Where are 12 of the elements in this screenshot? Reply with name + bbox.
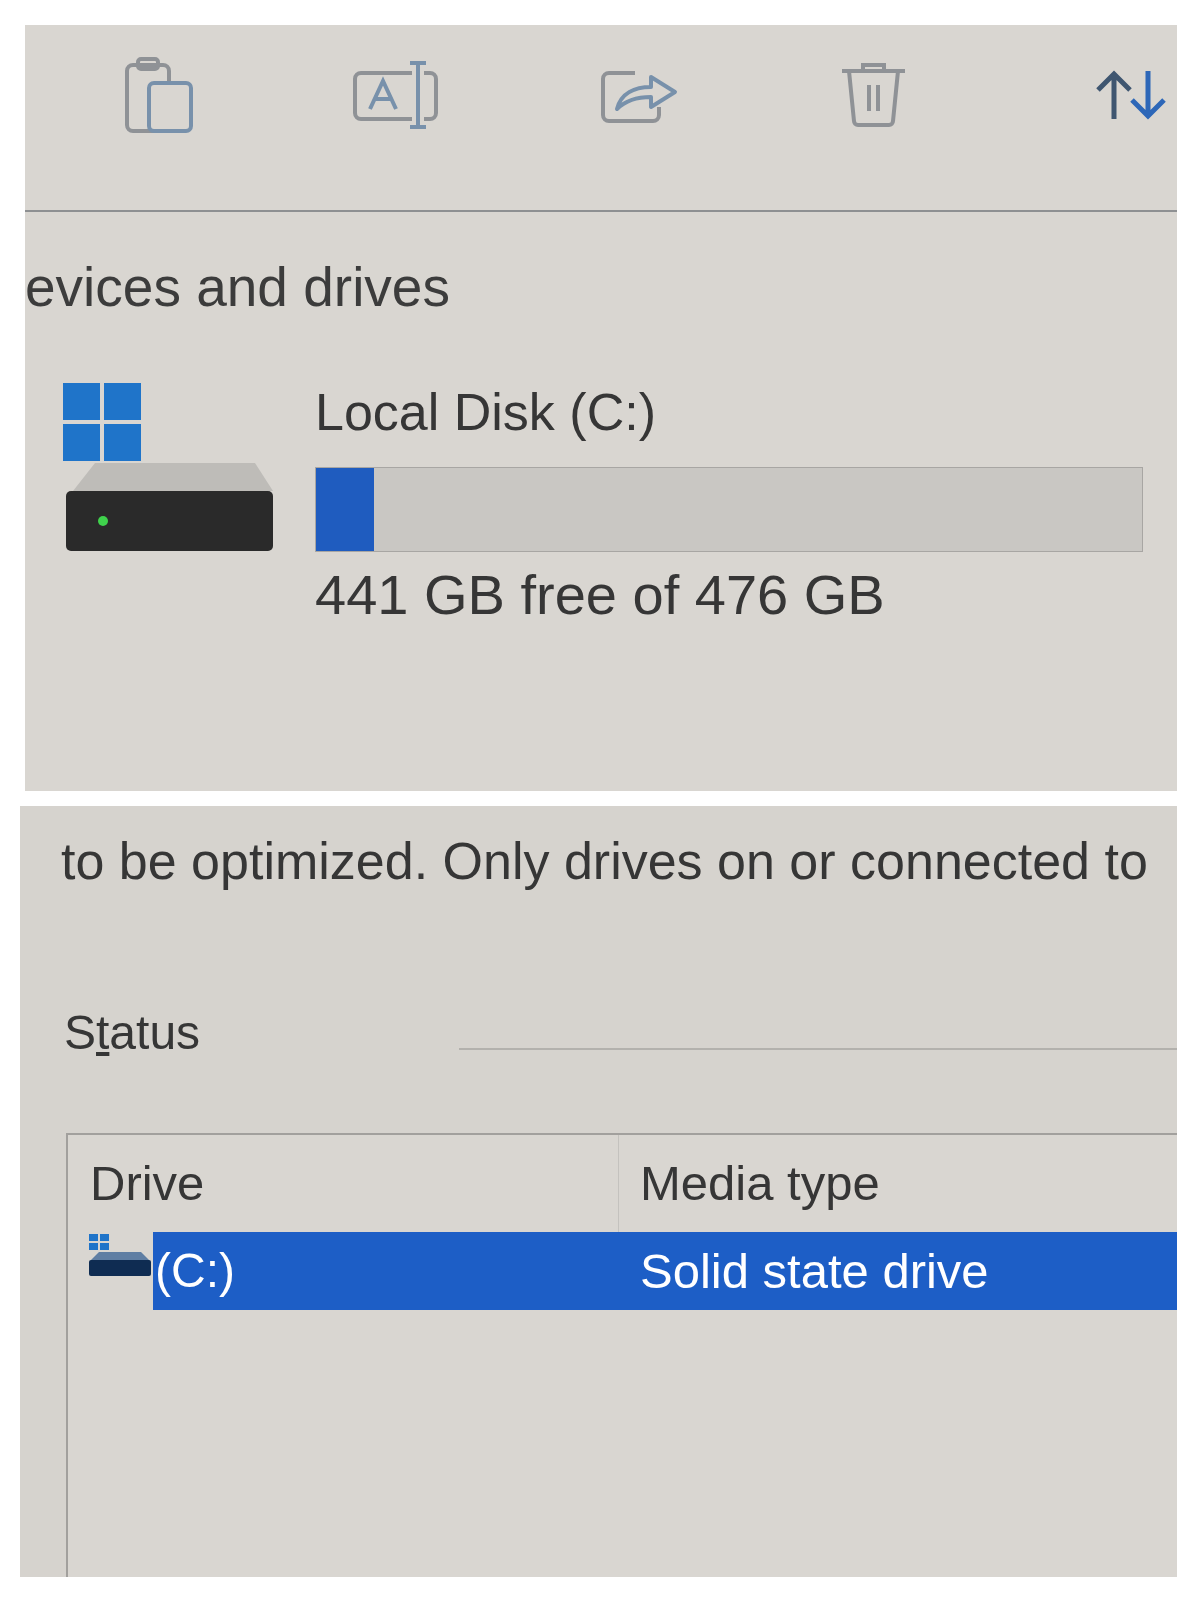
drive-icon bbox=[63, 383, 275, 553]
table-cell-text: (C:) bbox=[154, 1247, 236, 1295]
drive-free-space: 441 GB free of 476 GB bbox=[315, 567, 885, 623]
section-heading: evices and drives bbox=[25, 260, 450, 315]
drive-icon bbox=[89, 1234, 151, 1278]
clipboard-icon[interactable] bbox=[124, 56, 194, 134]
text-box-cursor-icon[interactable] bbox=[352, 59, 439, 131]
table-cell-text: Solid state drive bbox=[639, 1246, 989, 1296]
table-row[interactable]: (C:) Solid state drive bbox=[153, 1232, 1177, 1310]
group-label: Status bbox=[64, 1006, 201, 1059]
column-header[interactable]: Media type bbox=[619, 1135, 1177, 1232]
trash-icon[interactable] bbox=[839, 61, 908, 129]
